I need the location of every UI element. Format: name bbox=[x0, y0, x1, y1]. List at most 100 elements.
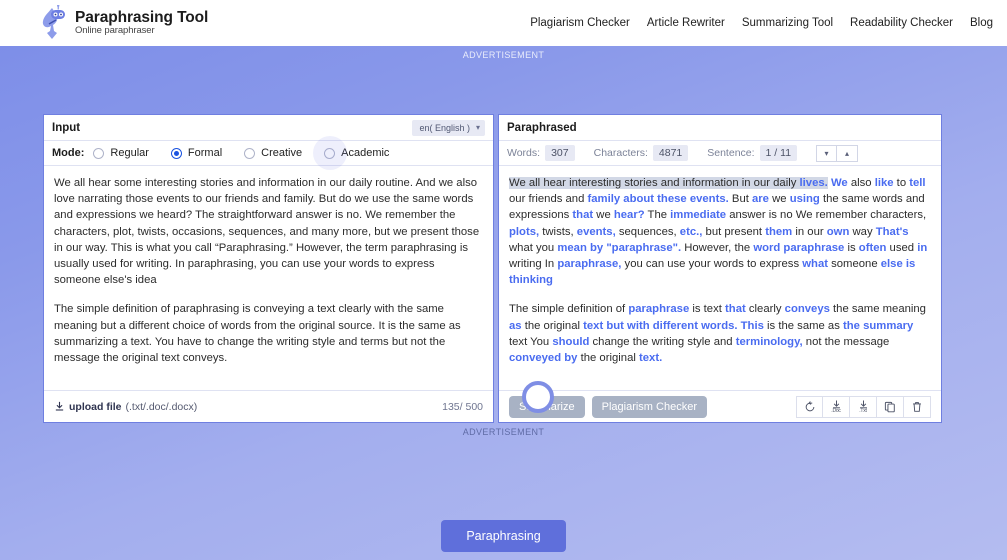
text-run: However, the bbox=[681, 242, 753, 254]
text-run: conveys bbox=[785, 303, 830, 315]
text-run: used bbox=[886, 242, 917, 254]
stat-characters: Characters: 4871 bbox=[594, 145, 689, 161]
mode-option-regular[interactable]: Regular bbox=[93, 147, 149, 159]
text-run: hear? bbox=[614, 209, 645, 221]
logo-text-block: Paraphrasing Tool Online paraphraser bbox=[75, 10, 208, 36]
radio-icon-formal[interactable] bbox=[171, 148, 182, 159]
output-panel: Paraphrased Words: 307 Characters: 4871 … bbox=[498, 114, 942, 423]
sentence-next-button[interactable]: ▴ bbox=[837, 145, 858, 162]
text-run: writing In bbox=[509, 258, 557, 270]
input-char-counter: 135/ 500 bbox=[442, 401, 483, 413]
text-run: etc., bbox=[680, 226, 703, 238]
download-txt-icon[interactable]: .Txt bbox=[850, 396, 877, 418]
radio-icon-academic[interactable] bbox=[324, 148, 335, 159]
text-run: text but with different words. bbox=[583, 320, 737, 332]
reset-icon[interactable] bbox=[796, 396, 823, 418]
text-run: terminology, bbox=[736, 336, 803, 348]
stat-characters-value: 4871 bbox=[653, 145, 688, 161]
main-nav: Plagiarism Checker Article Rewriter Summ… bbox=[530, 17, 993, 29]
mode-option-formal[interactable]: Formal bbox=[171, 147, 222, 159]
text-run: events, bbox=[577, 226, 616, 238]
panel-splitter-handle[interactable] bbox=[522, 381, 554, 413]
language-select[interactable]: en( English ) ▾ bbox=[412, 120, 485, 136]
upload-file-formats: (.txt/.doc/.docx) bbox=[126, 401, 198, 413]
plagiarism-checker-button[interactable]: Plagiarism Checker bbox=[592, 396, 707, 418]
text-run: the summary bbox=[843, 320, 913, 332]
text-run: them bbox=[765, 226, 792, 238]
text-run: should bbox=[552, 336, 589, 348]
text-run: like bbox=[875, 177, 894, 189]
text-run: as bbox=[509, 320, 522, 332]
input-paragraph-2: The simple definition of paraphrasing is… bbox=[54, 301, 483, 366]
mode-option-formal-label: Formal bbox=[188, 147, 222, 159]
advertisement-bottom: ADVERTISEMENT bbox=[0, 424, 1007, 437]
text-run: is bbox=[844, 242, 858, 254]
radio-icon-regular[interactable] bbox=[93, 148, 104, 159]
mode-option-creative[interactable]: Creative bbox=[244, 147, 302, 159]
text-run: also bbox=[848, 177, 875, 189]
text-run: the same meaning bbox=[830, 303, 926, 315]
text-run: often bbox=[859, 242, 887, 254]
download-doc-icon[interactable]: .Doc bbox=[823, 396, 850, 418]
upload-file-link[interactable]: upload file (.txt/.doc/.docx) bbox=[54, 401, 197, 413]
input-paragraph-1: We all hear some interesting stories and… bbox=[54, 175, 483, 288]
text-run: clearly bbox=[746, 303, 785, 315]
text-run: our friends and bbox=[509, 193, 588, 205]
output-stats-bar: Words: 307 Characters: 4871 Sentence: 1 … bbox=[499, 141, 941, 166]
text-run: using bbox=[790, 193, 820, 205]
nav-link-article-rewriter[interactable]: Article Rewriter bbox=[647, 17, 725, 29]
sentence-prev-button[interactable]: ▾ bbox=[816, 145, 837, 162]
logo-subtitle: Online paraphraser bbox=[75, 26, 208, 36]
mode-option-academic[interactable]: Academic bbox=[324, 147, 389, 159]
output-textarea[interactable]: We all hear interesting stories and info… bbox=[499, 166, 941, 390]
text-run: own bbox=[827, 226, 850, 238]
text-run: This bbox=[741, 320, 764, 332]
mode-option-creative-label: Creative bbox=[261, 147, 302, 159]
language-select-value: en( English ) bbox=[419, 123, 470, 133]
text-run: not the message bbox=[803, 336, 890, 348]
advertisement-top: ADVERTISEMENT bbox=[0, 46, 1007, 112]
paraphrasing-button[interactable]: Paraphrasing bbox=[441, 520, 565, 552]
reset-glyph bbox=[804, 401, 816, 413]
input-textarea[interactable]: We all hear some interesting stories and… bbox=[44, 166, 493, 390]
mode-label: Mode: bbox=[52, 147, 84, 159]
radio-icon-creative[interactable] bbox=[244, 148, 255, 159]
site-logo[interactable]: Paraphrasing Tool Online paraphraser bbox=[38, 5, 208, 41]
text-run: The bbox=[645, 209, 671, 221]
text-run: that bbox=[572, 209, 593, 221]
nav-link-summarizing-tool[interactable]: Summarizing Tool bbox=[742, 17, 833, 29]
robot-icon bbox=[38, 5, 68, 41]
input-panel-header: Input en( English ) ▾ bbox=[44, 115, 493, 141]
text-run: tell bbox=[909, 177, 925, 189]
text-run: what you bbox=[509, 242, 557, 254]
stat-sentence: Sentence: 1 / 11 bbox=[707, 145, 797, 161]
output-panel-title: Paraphrased bbox=[507, 122, 577, 134]
nav-link-blog[interactable]: Blog bbox=[970, 17, 993, 29]
copy-icon[interactable] bbox=[877, 396, 904, 418]
text-run: sequences, bbox=[616, 226, 680, 238]
text-run: to bbox=[894, 177, 910, 189]
download-doc-label: .Doc bbox=[831, 409, 840, 414]
nav-link-readability-checker[interactable]: Readability Checker bbox=[850, 17, 953, 29]
text-run: We all hear interesting stories and info… bbox=[509, 177, 800, 189]
output-panel-header: Paraphrased bbox=[499, 115, 941, 141]
download-icon bbox=[54, 401, 65, 412]
text-run: We bbox=[831, 177, 848, 189]
text-run: The simple definition of bbox=[509, 303, 628, 315]
text-run: we bbox=[593, 209, 614, 221]
input-panel: Input en( English ) ▾ Mode: Regular Form… bbox=[43, 114, 494, 423]
upload-file-label: upload file bbox=[69, 401, 122, 413]
text-run: That's bbox=[876, 226, 909, 238]
text-run: text You bbox=[509, 336, 552, 348]
text-run: paraphrase, bbox=[557, 258, 621, 270]
text-run: But bbox=[729, 193, 752, 205]
delete-icon[interactable] bbox=[904, 396, 931, 418]
input-panel-footer: upload file (.txt/.doc/.docx) 135/ 500 bbox=[44, 390, 493, 422]
text-run: in our bbox=[792, 226, 827, 238]
text-run: plots, bbox=[509, 226, 539, 238]
output-paragraph-1: We all hear interesting stories and info… bbox=[509, 175, 931, 288]
mode-option-regular-label: Regular bbox=[110, 147, 149, 159]
nav-link-plagiarism-checker[interactable]: Plagiarism Checker bbox=[530, 17, 630, 29]
copy-glyph bbox=[884, 401, 896, 413]
text-run: we bbox=[769, 193, 790, 205]
